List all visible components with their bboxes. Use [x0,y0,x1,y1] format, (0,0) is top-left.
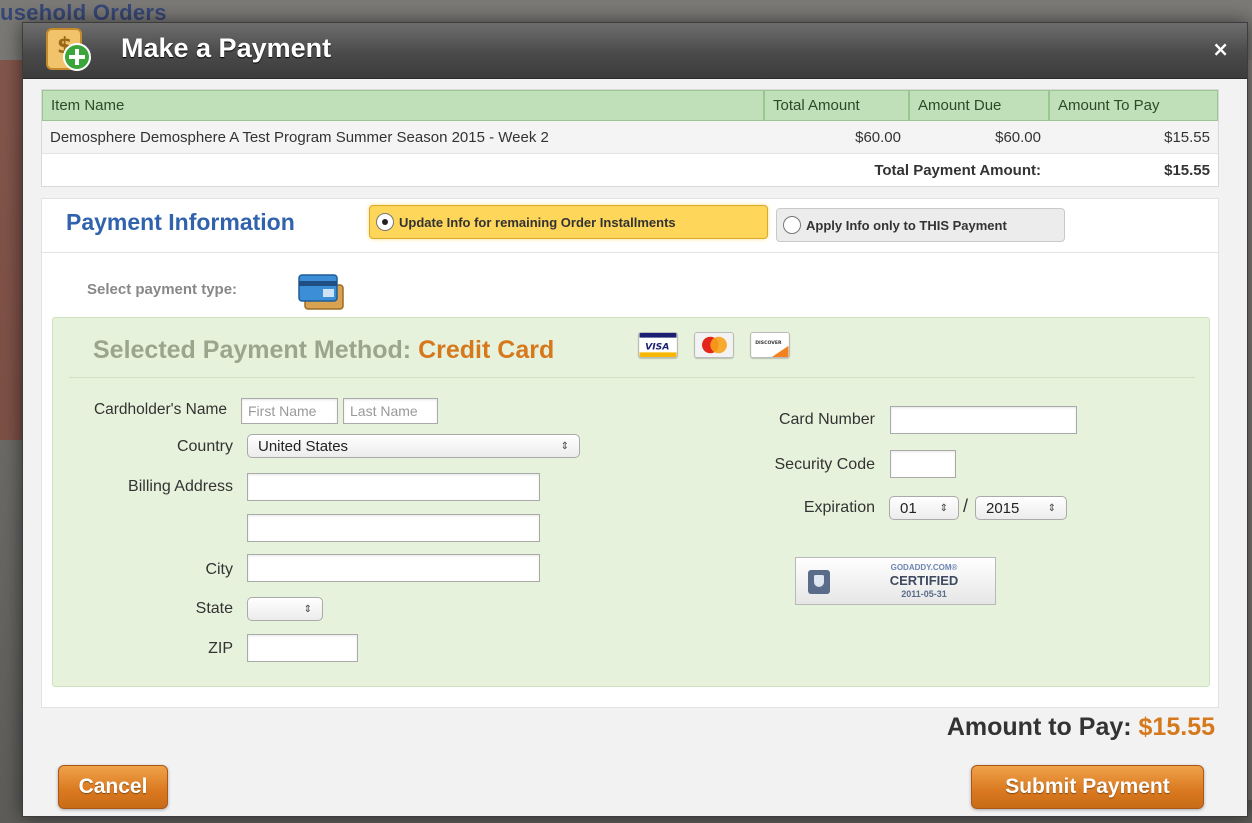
expiration-label: Expiration [803,499,875,516]
radio-checked-icon[interactable] [376,213,394,231]
credit-card-form: Selected Payment Method: Credit Card VIS… [52,317,1210,687]
svg-text:DISCOVER: DISCOVER [755,340,782,346]
selected-method-value: Credit Card [418,336,555,364]
table-row: Demosphere Demosphere A Test Program Sum… [42,121,1218,154]
credit-card-icon[interactable] [297,271,347,313]
country-select[interactable]: United States ⇕ [247,434,580,458]
selected-payment-method: Selected Payment Method: Credit Card [93,336,554,365]
security-code-field[interactable] [890,450,956,478]
total-row: Total Payment Amount: $15.55 [42,154,1218,186]
shield-icon [808,570,830,594]
modal-titlebar: $ Make a Payment × [23,23,1247,79]
state-label: State [195,600,233,617]
divider [69,377,1195,378]
select-arrow-icon: ⇕ [1047,502,1056,514]
total-payment-label: Total Payment Amount: [764,154,1049,186]
amount-to-pay-value: $15.55 [1138,713,1215,741]
security-code-label: Security Code [774,456,876,473]
expiration-year-select[interactable]: 2015 ⇕ [975,496,1067,520]
header-item-name: Item Name [42,90,764,121]
cancel-button[interactable]: Cancel [58,765,168,809]
discover-icon: DISCOVER [750,332,790,358]
seal-line-1: GODADDY.COM® [890,563,958,572]
zip-field[interactable] [247,634,358,662]
total-payment-value: $15.55 [1049,154,1218,186]
header-total-amount: Total Amount [764,90,909,121]
seal-line-2: CERTIFIED [889,573,959,588]
select-payment-type-label: Select payment type: [87,281,238,298]
items-table: Item Name Total Amount Amount Due Amount… [42,90,1218,186]
select-arrow-icon: ⇕ [303,603,312,615]
radio-unchecked-icon[interactable] [783,216,801,234]
svg-text:VISA: VISA [645,342,669,353]
billing-address-line1-field[interactable] [247,473,540,501]
amount-to-pay-label: Amount to Pay: [946,713,1132,741]
mastercard-icon [694,332,734,358]
update-installments-label: Update Info for remaining Order Installm… [399,214,676,230]
zip-label: ZIP [208,640,233,657]
city-label: City [205,561,233,578]
select-arrow-icon: ⇕ [560,440,569,452]
visa-icon: VISA [638,332,678,358]
submit-payment-button[interactable]: Submit Payment [971,765,1204,809]
update-installments-option[interactable]: Update Info for remaining Order Installm… [369,205,768,239]
select-arrow-icon: ⇕ [939,502,948,514]
divider [42,252,1218,253]
country-select-value: United States [258,437,349,455]
seal-line-3: 2011-05-31 [901,589,947,599]
cell-amount-due: $60.00 [909,121,1049,154]
card-number-field[interactable] [890,406,1077,434]
payment-modal: $ Make a Payment × Item Name Total Amoun… [22,22,1248,817]
accepted-cards: VISA DISCOVER [638,332,790,358]
amount-to-pay: Amount to Pay: $15.55 [947,713,1215,742]
this-payment-only-option[interactable]: Apply Info only to THIS Payment [776,208,1065,242]
expiration-month-value: 01 [900,499,917,517]
expiration-separator: / [963,496,969,516]
selected-method-label: Selected Payment Method: [93,336,412,364]
header-amount-to-pay: Amount To Pay [1049,90,1218,121]
close-icon[interactable]: × [1212,37,1229,61]
cell-amount-to-pay: $15.55 [1049,121,1218,154]
cell-total-amount: $60.00 [764,121,909,154]
first-name-field[interactable] [241,398,338,424]
payment-information-title: Payment Information [66,209,295,235]
items-table-container: Item Name Total Amount Amount Due Amount… [41,89,1219,187]
payment-add-icon: $ [46,28,91,71]
cell-item-name: Demosphere Demosphere A Test Program Sum… [42,121,764,154]
card-number-label: Card Number [778,411,875,428]
city-field[interactable] [247,554,540,582]
modal-title: Make a Payment [121,33,332,63]
payment-information-panel: Payment Information Update Info for rema… [41,198,1219,708]
header-amount-due: Amount Due [909,90,1049,121]
expiration-month-select[interactable]: 01 ⇕ [889,496,959,520]
godaddy-certified-seal[interactable]: GODADDY.COM® CERTIFIED 2011-05-31 [795,557,996,605]
last-name-field[interactable] [343,398,438,424]
expiration-year-value: 2015 [986,499,1020,517]
cardholder-name-label: Cardholder's Name [93,401,227,418]
state-select[interactable]: ⇕ [247,597,323,621]
this-payment-only-label: Apply Info only to THIS Payment [806,217,1007,233]
billing-address-label: Billing Address [128,478,233,495]
background-strip [0,60,22,440]
country-label: Country [176,438,233,455]
billing-address-line2-field[interactable] [247,514,540,542]
